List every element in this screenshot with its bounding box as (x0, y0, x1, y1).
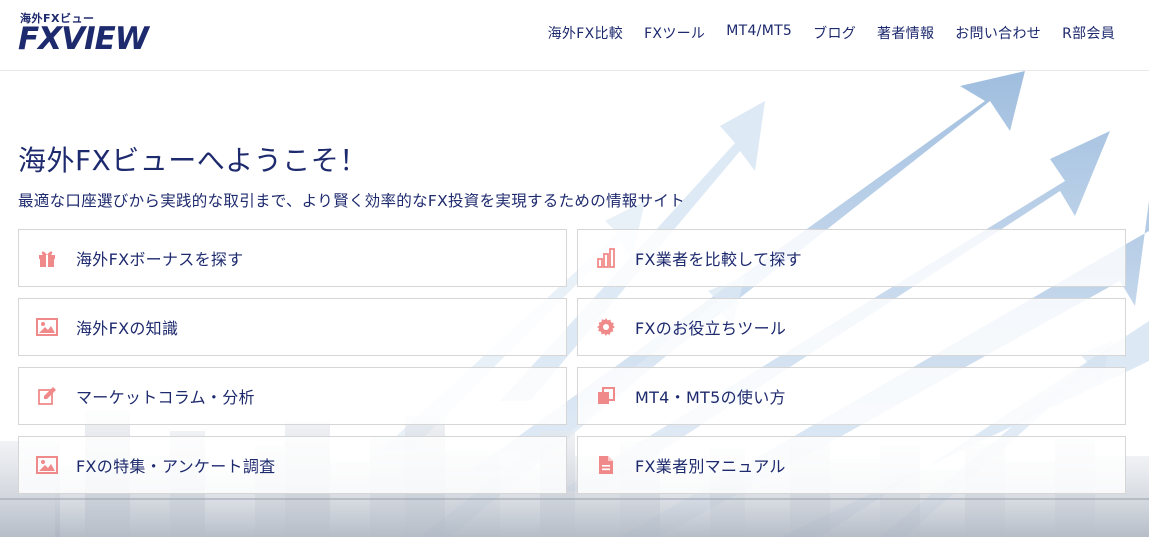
image-icon (36, 454, 58, 476)
card-label: MT4・MT5の使い方 (635, 388, 786, 407)
logo-wordmark: FXVIEW (18, 21, 149, 57)
site-header: 海外FXビュー FXVIEW 海外FX比較 FXツール MT4/MT5 ブログ … (0, 0, 1149, 71)
document-icon (595, 454, 617, 476)
card-broker-manual[interactable]: FX業者別マニュアル (577, 436, 1126, 494)
card-market-column[interactable]: マーケットコラム・分析 (18, 367, 567, 425)
nav-item-r-members[interactable]: R部会員 (1062, 23, 1115, 43)
nav-item-mt4-mt5[interactable]: MT4/MT5 (726, 23, 792, 43)
gift-icon (36, 247, 58, 269)
edit-icon (36, 385, 58, 407)
card-label: マーケットコラム・分析 (76, 388, 255, 407)
card-label: 海外FXの知識 (76, 319, 179, 338)
site-logo[interactable]: 海外FXビュー FXVIEW (18, 10, 149, 57)
bar-chart-icon (595, 247, 617, 269)
image-icon (36, 316, 58, 338)
gear-icon (595, 316, 617, 338)
nav-item-author[interactable]: 著者情報 (877, 23, 934, 43)
nav-item-contact[interactable]: お問い合わせ (955, 23, 1041, 43)
hero-title: 海外FXビューへようこそ！ (18, 144, 368, 177)
hero-section: 海外FXビューへようこそ！ 最適な口座選びから実践的な取引まで、より賢く効率的な… (0, 71, 1149, 537)
hero-subtitle: 最適な口座選びから実践的な取引まで、より賢く効率的なFX投資を実現するための情報… (18, 192, 686, 210)
nav-item-fx-tools[interactable]: FXツール (644, 23, 705, 43)
card-fx-knowledge[interactable]: 海外FXの知識 (18, 298, 567, 356)
category-cards: 海外FXボーナスを探す FX業者を比較して探す 海外FXの知識 FXのお役立ちツ… (18, 229, 1126, 494)
card-fx-tools[interactable]: FXのお役立ちツール (577, 298, 1126, 356)
card-label: 海外FXボーナスを探す (76, 250, 244, 269)
page: 海外FXビュー FXVIEW 海外FX比較 FXツール MT4/MT5 ブログ … (0, 0, 1149, 537)
card-label: FX業者別マニュアル (635, 457, 786, 476)
main-nav: 海外FX比較 FXツール MT4/MT5 ブログ 著者情報 お問い合わせ R部会… (548, 23, 1115, 43)
card-mt4-mt5-guide[interactable]: MT4・MT5の使い方 (577, 367, 1126, 425)
card-label: FX業者を比較して探す (635, 250, 802, 269)
card-fx-bonus[interactable]: 海外FXボーナスを探す (18, 229, 567, 287)
copy-icon (595, 385, 617, 407)
card-label: FXのお役立ちツール (635, 319, 787, 338)
nav-item-fx-comparison[interactable]: 海外FX比較 (548, 23, 623, 43)
card-label: FXの特集・アンケート調査 (76, 457, 276, 476)
card-fx-survey[interactable]: FXの特集・アンケート調査 (18, 436, 567, 494)
nav-item-blog[interactable]: ブログ (813, 23, 856, 43)
card-compare-brokers[interactable]: FX業者を比較して探す (577, 229, 1126, 287)
